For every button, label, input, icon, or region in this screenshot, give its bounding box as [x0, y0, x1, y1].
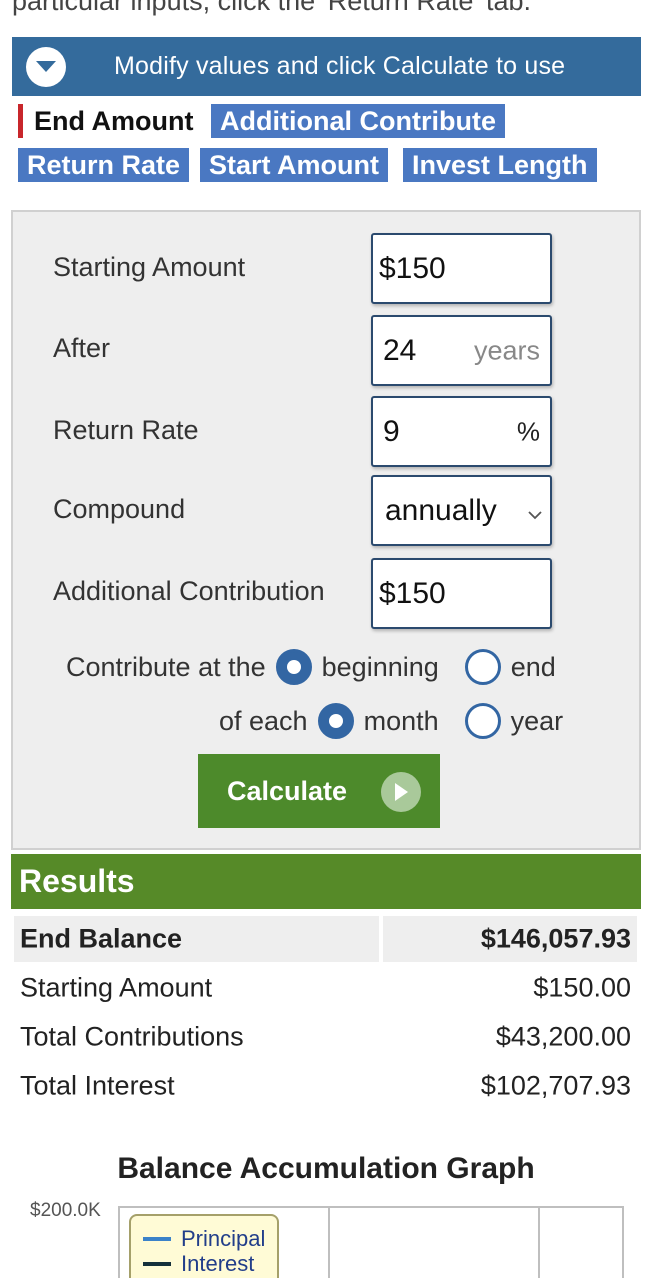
result-row-end-balance: End Balance $146,057.93 — [14, 916, 637, 962]
of-each-label: of each — [219, 705, 308, 736]
legend-item-interest: Interest — [143, 1251, 267, 1276]
legend-item-principal: Principal — [143, 1226, 267, 1251]
tab-end-amount[interactable]: End Amount — [18, 104, 203, 138]
year-label[interactable]: year — [511, 706, 564, 737]
compound-select[interactable]: annually — [371, 475, 552, 546]
result-value: $43,200.00 — [495, 1021, 631, 1052]
calculate-button[interactable]: Calculate — [198, 754, 440, 828]
legend-swatch — [143, 1236, 171, 1241]
return-rate-input[interactable]: 9 % — [371, 396, 552, 467]
radio-month[interactable] — [317, 703, 354, 739]
result-value: $150.00 — [533, 972, 631, 1003]
instruction-banner[interactable]: Modify values and click Calculate to use — [12, 37, 641, 96]
graph-legend: Principal Interest — [129, 1214, 279, 1278]
result-value: $102,707.93 — [480, 1070, 631, 1101]
radio-beginning[interactable] — [275, 649, 312, 685]
legend-swatch — [143, 1261, 171, 1266]
contribute-frequency-group: of each month year — [219, 703, 563, 739]
contribute-at-label: Contribute at the — [66, 651, 266, 682]
legend-label: Principal — [181, 1226, 266, 1251]
beginning-label[interactable]: beginning — [322, 652, 439, 683]
calculator-form: Starting Amount $150 After 24 years Retu… — [11, 210, 641, 850]
month-label[interactable]: month — [364, 706, 439, 737]
starting-amount-value: $150 — [379, 251, 446, 285]
end-label[interactable]: end — [511, 652, 556, 683]
after-years-input[interactable]: 24 years — [371, 315, 552, 386]
starting-amount-label: Starting Amount — [53, 252, 246, 282]
radio-end[interactable] — [464, 649, 501, 685]
result-label: Total Contributions — [20, 1021, 244, 1052]
return-rate-label: Return Rate — [53, 415, 199, 445]
additional-contribution-input[interactable]: $150 — [371, 558, 552, 629]
return-rate-value: 9 — [383, 414, 400, 448]
result-label: Starting Amount — [20, 972, 213, 1003]
additional-contribution-value: $150 — [379, 576, 446, 610]
after-value: 24 — [383, 333, 417, 367]
starting-amount-input[interactable]: $150 — [371, 233, 552, 304]
result-row-total-interest: Total Interest $102,707.93 — [14, 1063, 637, 1109]
compound-label: Compound — [53, 494, 186, 524]
tab-start-amount[interactable]: Start Amount — [200, 148, 388, 182]
grid-line — [538, 1208, 540, 1278]
additional-contribution-label: Additional Contribution — [53, 576, 325, 606]
radio-year[interactable] — [464, 703, 501, 739]
results-header: Results — [11, 854, 641, 909]
play-icon — [381, 772, 421, 812]
chevron-down-circle-icon[interactable] — [26, 46, 66, 87]
after-label: After — [53, 333, 111, 363]
result-value: $146,057.93 — [480, 923, 631, 954]
years-unit: years — [473, 335, 540, 365]
legend-label: Interest — [181, 1251, 255, 1276]
tab-additional-contribute[interactable]: Additional Contribute — [211, 104, 505, 138]
intro-text: particular inputs, click the 'Return Rat… — [12, 0, 532, 16]
graph-title: Balance Accumulation Graph — [117, 1152, 535, 1185]
tab-return-rate[interactable]: Return Rate — [18, 148, 190, 182]
calculate-label: Calculate — [227, 775, 348, 806]
chevron-down-icon — [528, 494, 542, 528]
y-axis-tick: $200.0K — [30, 1200, 101, 1221]
percent-unit: % — [516, 416, 540, 446]
result-label: End Balance — [20, 923, 183, 954]
result-label: Total Interest — [20, 1070, 175, 1101]
compound-value: annually — [385, 493, 497, 527]
contribute-timing-group: Contribute at the beginning end — [66, 649, 556, 685]
grid-line — [328, 1208, 330, 1278]
banner-text: Modify values and click Calculate to use — [114, 52, 566, 80]
result-row-starting-amount: Starting Amount $150.00 — [14, 965, 637, 1011]
tab-invest-length[interactable]: Invest Length — [403, 148, 597, 182]
result-row-total-contributions: Total Contributions $43,200.00 — [14, 1014, 637, 1060]
